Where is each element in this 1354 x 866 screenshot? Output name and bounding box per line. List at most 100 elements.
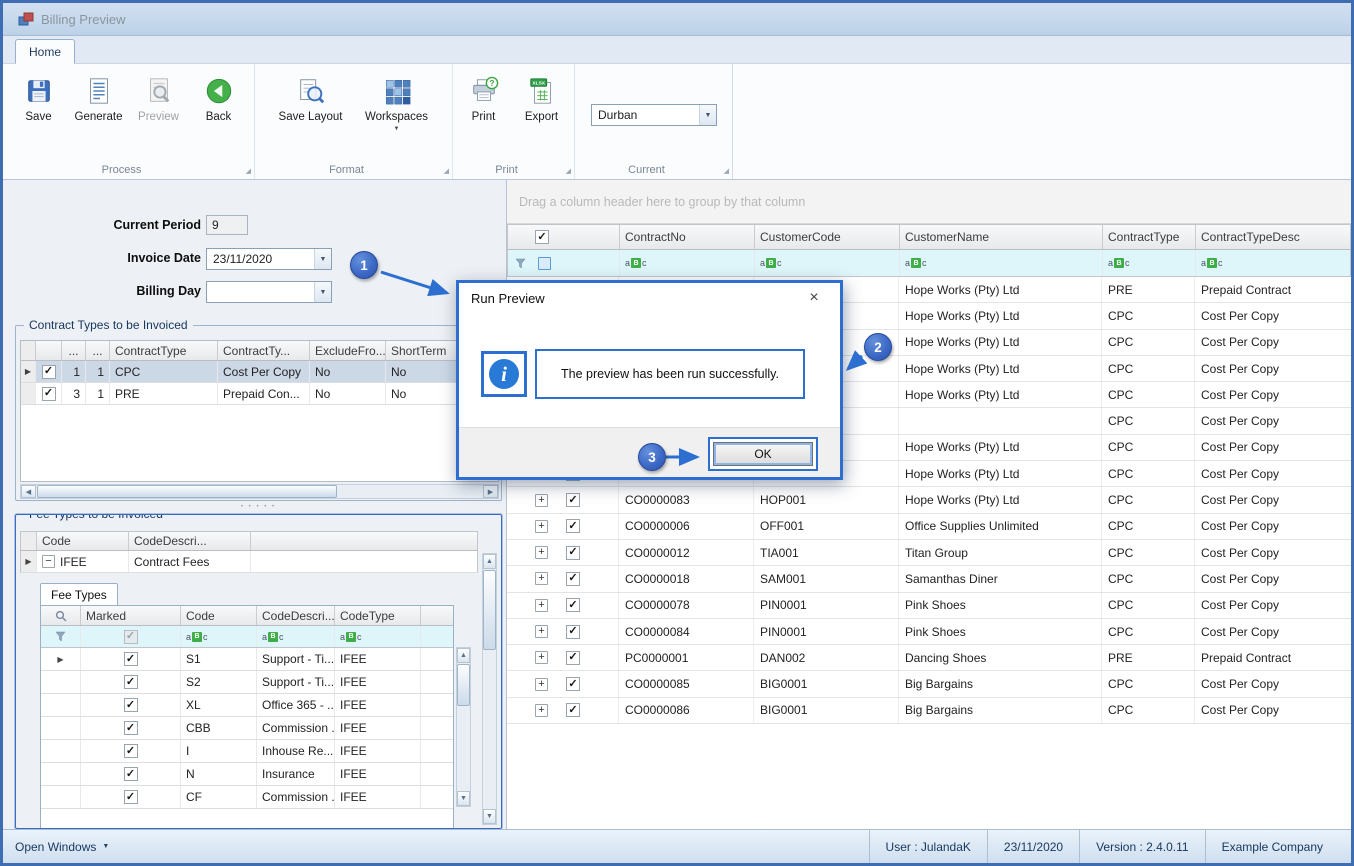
row-checkbox[interactable]: ✓ <box>566 572 580 586</box>
column-header-dots[interactable]: ... <box>86 341 110 360</box>
scroll-down-icon[interactable]: ▼ <box>483 809 496 824</box>
collapse-icon[interactable]: − <box>42 555 55 568</box>
expand-icon[interactable]: + <box>535 625 548 638</box>
close-icon[interactable]: × <box>800 289 828 307</box>
expand-icon[interactable]: + <box>535 704 548 717</box>
text-filter-icon[interactable]: aBc <box>1108 258 1130 268</box>
row-checkbox[interactable]: ✓ <box>124 721 138 735</box>
column-header-shortterm[interactable]: ShortTerm <box>386 341 462 360</box>
table-row[interactable]: + ✓ CO0000084 PIN0001 Pink Shoes CPC Cos… <box>507 619 1351 645</box>
row-checkbox[interactable]: ✓ <box>566 546 580 560</box>
contract-types-hscrollbar[interactable]: ◀ ▶ <box>20 484 499 499</box>
current-branch-select[interactable]: Durban ▼ <box>591 104 717 126</box>
column-header-codetype[interactable]: CodeType <box>335 606 421 625</box>
table-row[interactable]: + ✓ CO0000078 PIN0001 Pink Shoes CPC Cos… <box>507 593 1351 619</box>
select-all-header[interactable]: ✓ <box>508 225 620 249</box>
column-header-contracttypedesc[interactable]: ContractTypeDesc <box>1196 225 1350 249</box>
expand-icon[interactable]: + <box>535 520 548 533</box>
column-header-customername[interactable]: CustomerName <box>900 225 1103 249</box>
open-windows-button[interactable]: Open Windows ▼ <box>15 840 109 854</box>
text-filter-icon[interactable]: aBc <box>186 632 208 642</box>
text-filter-icon[interactable]: aBc <box>340 632 362 642</box>
scroll-right-icon[interactable]: ▶ <box>483 485 498 498</box>
table-row[interactable]: + ✓ CO0000018 SAM001 Samanthas Diner CPC… <box>507 566 1351 592</box>
select-all-checkbox[interactable]: ✓ <box>535 230 549 244</box>
current-period-input[interactable]: 9 <box>206 215 248 235</box>
scroll-thumb[interactable] <box>457 664 470 706</box>
table-row[interactable]: + ✓ CO0000085 BIG0001 Big Bargains CPC C… <box>507 671 1351 697</box>
expand-icon[interactable]: + <box>535 572 548 585</box>
scroll-thumb[interactable] <box>37 485 337 498</box>
ok-button[interactable]: OK <box>713 442 813 466</box>
fee-type-row[interactable]: ▶ ✓ S1 Support - Ti... IFEE <box>41 648 453 671</box>
row-checkbox[interactable]: ✓ <box>42 387 56 401</box>
row-checkbox[interactable]: ✓ <box>566 598 580 612</box>
group-launcher-icon[interactable]: ◢ <box>724 167 729 175</box>
group-launcher-icon[interactable]: ◢ <box>566 167 571 175</box>
column-header-code[interactable]: Code <box>181 606 257 625</box>
scroll-down-icon[interactable]: ▼ <box>457 791 470 806</box>
column-header-marked[interactable] <box>36 341 62 360</box>
fee-type-row[interactable]: ✓ I Inhouse Re... IFEE <box>41 740 453 763</box>
text-filter-icon[interactable]: aBc <box>760 258 782 268</box>
fee-detail-vscrollbar[interactable]: ▲ ▼ <box>456 647 471 807</box>
column-header-marked[interactable]: Marked <box>81 606 181 625</box>
contract-type-row[interactable]: ✓ 3 1 PRE Prepaid Con... No No <box>21 383 498 405</box>
fee-group-row[interactable]: ▶ −IFEE Contract Fees <box>20 551 478 573</box>
scroll-up-icon[interactable]: ▲ <box>457 648 470 663</box>
column-header-codedesc[interactable]: CodeDescri... <box>129 532 251 550</box>
row-checkbox[interactable]: ✓ <box>566 703 580 717</box>
back-button[interactable]: Back <box>191 70 247 155</box>
column-header-contractno[interactable]: ContractNo <box>620 225 755 249</box>
table-row[interactable]: + ✓ CO0000086 BIG0001 Big Bargains CPC C… <box>507 698 1351 724</box>
print-button[interactable]: ? Print <box>458 70 510 155</box>
text-filter-icon[interactable]: aBc <box>905 258 927 268</box>
search-icon[interactable] <box>55 610 67 622</box>
column-header-code[interactable]: Code <box>37 532 129 550</box>
scroll-up-icon[interactable]: ▲ <box>483 554 496 569</box>
column-header-exclude[interactable]: ExcludeFro... <box>310 341 386 360</box>
fee-filter-row[interactable]: ✓ aBc aBc aBc <box>41 626 453 648</box>
fee-types-vscrollbar[interactable]: ▲ ▼ <box>482 553 497 825</box>
row-checkbox[interactable]: ✓ <box>124 767 138 781</box>
save-button[interactable]: Save <box>11 70 67 155</box>
generate-button[interactable]: Generate <box>71 70 127 155</box>
table-row[interactable]: + ✓ PC0000001 DAN002 Dancing Shoes PRE P… <box>507 645 1351 671</box>
scroll-thumb[interactable] <box>483 570 496 650</box>
row-checkbox[interactable]: ✓ <box>566 651 580 665</box>
column-header-codedesc[interactable]: CodeDescri... <box>257 606 335 625</box>
expand-icon[interactable]: + <box>535 599 548 612</box>
row-checkbox[interactable]: ✓ <box>124 652 138 666</box>
column-header-customercode[interactable]: CustomerCode <box>755 225 900 249</box>
workspaces-button[interactable]: Workspaces ▼ <box>356 70 438 155</box>
fee-type-row[interactable]: ✓ XL Office 365 - ... IFEE <box>41 694 453 717</box>
table-row[interactable]: + ✓ CO0000083 HOP001 Hope Works (Pty) Lt… <box>507 487 1351 513</box>
contracts-filter-row[interactable]: aBc aBc aBc aBc aBc <box>507 250 1351 277</box>
export-button[interactable]: XLSX Export <box>514 70 570 155</box>
column-header-dots[interactable]: ... <box>62 341 86 360</box>
text-filter-icon[interactable]: aBc <box>262 632 284 642</box>
column-header-contracttype[interactable]: ContractType <box>110 341 218 360</box>
table-row[interactable]: + ✓ CO0000012 TIA001 Titan Group CPC Cos… <box>507 540 1351 566</box>
fee-type-row[interactable]: ✓ S2 Support - Ti... IFEE <box>41 671 453 694</box>
group-launcher-icon[interactable]: ◢ <box>246 167 251 175</box>
fee-type-row[interactable]: ✓ CBB Commission ... IFEE <box>41 717 453 740</box>
table-row[interactable]: + ✓ CO0000006 OFF001 Office Supplies Unl… <box>507 514 1351 540</box>
row-checkbox[interactable]: ✓ <box>42 365 56 379</box>
billing-day-select[interactable]: ▼ <box>206 281 332 303</box>
text-filter-icon[interactable]: aBc <box>625 258 647 268</box>
expand-icon[interactable]: + <box>535 494 548 507</box>
row-checkbox[interactable]: ✓ <box>124 698 138 712</box>
row-checkbox[interactable]: ✓ <box>124 744 138 758</box>
row-checkbox[interactable]: ✓ <box>566 519 580 533</box>
row-checkbox[interactable]: ✓ <box>124 675 138 689</box>
row-checkbox[interactable]: ✓ <box>566 493 580 507</box>
row-checkbox[interactable]: ✓ <box>124 790 138 804</box>
expand-icon[interactable]: + <box>535 651 548 664</box>
column-header-contracttypedesc[interactable]: ContractTy... <box>218 341 310 360</box>
fee-types-tab[interactable]: Fee Types <box>40 583 118 605</box>
contract-type-row[interactable]: ▶ ✓ 1 1 CPC Cost Per Copy No No <box>21 361 498 383</box>
filter-checkbox[interactable]: ✓ <box>124 630 138 644</box>
column-header-contracttype[interactable]: ContractType <box>1103 225 1196 249</box>
scroll-left-icon[interactable]: ◀ <box>21 485 36 498</box>
